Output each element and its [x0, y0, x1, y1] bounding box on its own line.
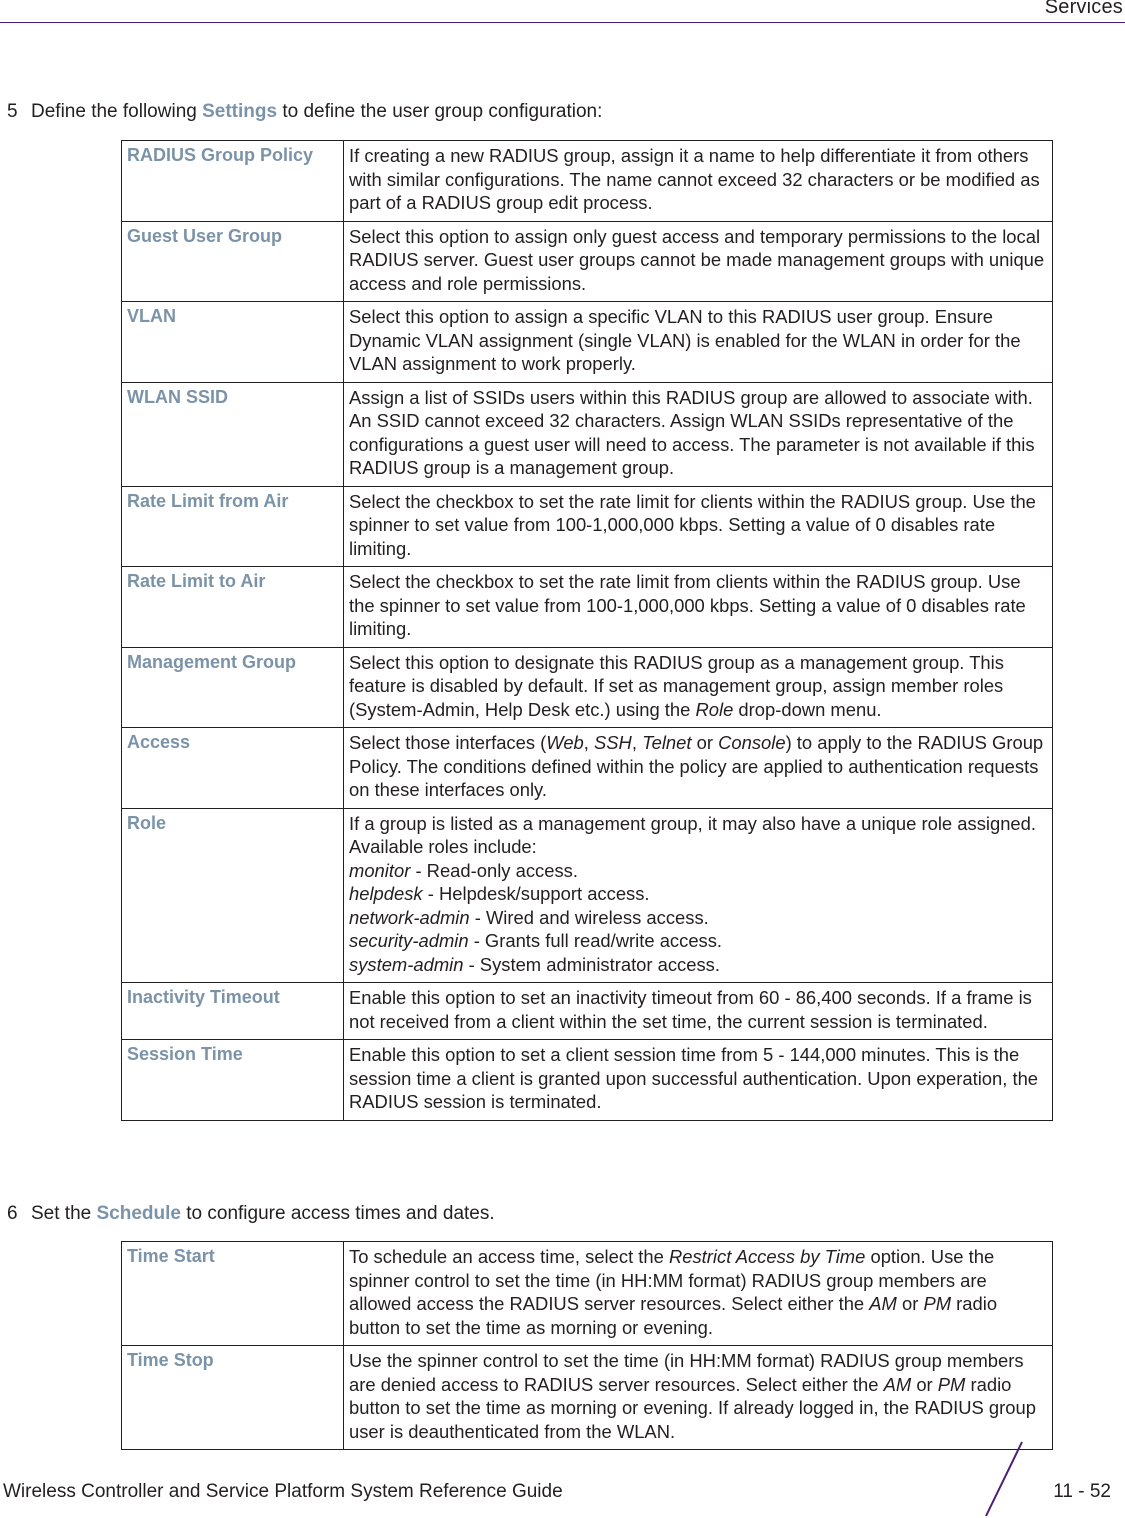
table-row: RADIUS Group Policy If creating a new RA…	[121, 140, 1053, 222]
param-name: Role	[121, 807, 344, 983]
param-name: Rate Limit from Air	[121, 485, 344, 567]
table-row: Role If a group is listed as a managemen…	[121, 807, 1053, 983]
param-name: Rate Limit to Air	[121, 566, 344, 648]
param-name: WLAN SSID	[121, 381, 344, 487]
param-name: Inactivity Timeout	[121, 982, 344, 1040]
param-name: Guest User Group	[121, 220, 344, 302]
param-name: Time Start	[121, 1241, 344, 1346]
param-desc: Select those interfaces (Web, SSH, Telne…	[343, 727, 1053, 809]
step-highlight: Settings	[202, 101, 278, 122]
param-name: Session Time	[121, 1039, 344, 1121]
slash-decoration-icon	[985, 1441, 1023, 1517]
table-row: Access Select those interfaces (Web, SSH…	[121, 727, 1053, 809]
step-5: 5 Define the following Settings to define…	[7, 100, 602, 124]
role-desc: - Read-only access.	[410, 859, 578, 881]
role-item: system-admin - System administrator acce…	[349, 953, 1048, 977]
page-number: 11 - 52	[1053, 1481, 1111, 1502]
param-name: RADIUS Group Policy	[121, 140, 344, 222]
desc-text: drop-down menu.	[733, 698, 882, 720]
step-text: to define the user group configuration:	[277, 101, 603, 122]
param-desc: If a group is listed as a management gro…	[343, 807, 1053, 983]
guide-title: Wireless Controller and Service Platform…	[3, 1481, 563, 1502]
role-desc: - Grants full read/write access.	[468, 930, 723, 951]
table-row: WLAN SSID Assign a list of SSIDs users w…	[121, 381, 1053, 487]
param-desc: Assign a list of SSIDs users within this…	[343, 381, 1053, 487]
desc-text: ,	[583, 732, 595, 753]
step-number: 6	[7, 1203, 18, 1224]
desc-emphasis: AM	[869, 1293, 897, 1314]
desc-text: ,	[631, 732, 643, 753]
role-desc: - System administrator access.	[463, 953, 720, 975]
section-title: Services	[1044, 0, 1123, 18]
param-desc: Select this option to assign a specific …	[343, 301, 1053, 383]
desc-emphasis: PM	[923, 1293, 952, 1314]
step-6: 6 Set the Schedule to configure access ti…	[7, 1202, 495, 1226]
table-row: Rate Limit to Air Select the checkbox to…	[121, 566, 1053, 648]
step-text: Set the	[31, 1203, 97, 1224]
step-highlight: Schedule	[96, 1203, 181, 1224]
desc-text: To schedule an access time, select the	[349, 1246, 669, 1267]
desc-text: Select those interfaces (	[349, 732, 547, 753]
desc-emphasis: Role	[695, 698, 734, 720]
param-desc: Use the spinner control to set the time …	[343, 1345, 1053, 1450]
role-name: helpdesk	[349, 883, 423, 904]
role-desc: - Wired and wireless access.	[469, 906, 709, 928]
table-row: Guest User Group Select this option to a…	[121, 220, 1053, 302]
role-desc: - Helpdesk/support access.	[422, 883, 650, 904]
desc-emphasis: Telnet	[642, 732, 692, 753]
param-desc: Select the checkbox to set the rate limi…	[343, 485, 1053, 567]
param-name: Management Group	[121, 646, 344, 728]
role-name: system-admin	[349, 953, 464, 975]
desc-emphasis: AM	[883, 1373, 912, 1395]
desc-text: Select this option to designate this RAD…	[349, 651, 1004, 720]
schedule-table: Time Start To schedule an access time, s…	[121, 1241, 1053, 1450]
desc-emphasis: Console	[718, 732, 786, 753]
param-name: Access	[121, 727, 344, 809]
step-text: Define the following	[31, 101, 203, 122]
param-desc: Select this option to designate this RAD…	[343, 646, 1053, 728]
param-desc: Select the checkbox to set the rate limi…	[343, 566, 1053, 648]
desc-emphasis: Restrict Access by Time	[668, 1246, 866, 1267]
param-desc: Enable this option to set an inactivity …	[343, 982, 1053, 1040]
step-number: 5	[7, 101, 18, 122]
table-row: Rate Limit from Air Select the checkbox …	[121, 485, 1053, 567]
step-text: to configure access times and dates.	[180, 1203, 495, 1224]
param-desc: Select this option to assign only guest …	[343, 220, 1053, 302]
desc-emphasis: Web	[546, 732, 584, 753]
param-name: Time Stop	[121, 1345, 344, 1450]
param-name: VLAN	[121, 301, 344, 383]
desc-text: or	[911, 1373, 938, 1395]
header-rule	[0, 22, 1125, 23]
param-desc: If creating a new RADIUS group, assign i…	[343, 140, 1053, 222]
desc-emphasis: PM	[937, 1373, 966, 1395]
settings-table: RADIUS Group Policy If creating a new RA…	[121, 140, 1053, 1121]
role-name: monitor	[349, 859, 411, 881]
desc-text: or	[896, 1293, 924, 1314]
table-row: Time Start To schedule an access time, s…	[121, 1241, 1053, 1346]
role-name: security-admin	[349, 930, 469, 951]
table-row: Time Stop Use the spinner control to set…	[121, 1345, 1053, 1450]
role-item: monitor - Read-only access.	[349, 859, 1048, 883]
desc-emphasis: SSH	[594, 732, 632, 753]
role-item: network-admin - Wired and wireless acces…	[349, 906, 1048, 930]
param-desc: To schedule an access time, select the R…	[343, 1241, 1053, 1346]
table-row: VLAN Select this option to assign a spec…	[121, 301, 1053, 383]
table-row: Management Group Select this option to d…	[121, 646, 1053, 728]
table-row: Session Time Enable this option to set a…	[121, 1039, 1053, 1121]
role-item: security-admin - Grants full read/write …	[349, 929, 1048, 953]
role-item: helpdesk - Helpdesk/support access.	[349, 882, 1048, 906]
param-desc: Enable this option to set a client sessi…	[343, 1039, 1053, 1121]
role-name: network-admin	[349, 906, 470, 928]
table-row: Inactivity Timeout Enable this option to…	[121, 982, 1053, 1040]
desc-text: or	[691, 732, 719, 753]
role-intro: If a group is listed as a management gro…	[349, 812, 1036, 858]
